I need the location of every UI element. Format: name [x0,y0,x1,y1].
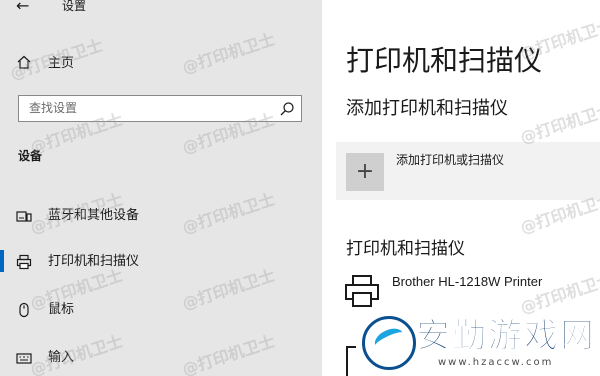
mouse-icon [19,302,29,318]
back-arrow-icon[interactable]: ← [16,0,29,16]
printer-name: Brother HL-1218W Printer [392,274,543,289]
add-printer-label: 添加打印机或扫描仪 [396,153,505,167]
search-placeholder: 查找设置 [29,101,78,115]
search-icon[interactable] [279,101,295,117]
plus-icon: + [355,159,375,184]
window-title: 设置 [62,0,87,13]
sidebar-item-bluetooth[interactable]: 蓝牙和其他设备 [0,198,322,234]
brand-name: 安勤游戏网 [416,316,596,357]
sidebar-item-label: 鼠标 [48,302,75,317]
add-icon-box: + [346,153,384,191]
nav-home[interactable]: 主页 [0,48,322,80]
brand-watermark: 安勤游戏网 www.hzaccw.com [352,300,600,376]
sidebar-item-label: 蓝牙和其他设备 [48,208,140,223]
home-icon [17,55,31,69]
add-heading: 添加打印机和扫描仪 [346,98,508,119]
page-title: 打印机和扫描仪 [346,44,543,77]
active-indicator [0,250,4,272]
sidebar-item-label: 打印机和扫描仪 [48,254,140,269]
keyboard-icon [16,353,32,364]
title-bar: ← 设置 [0,0,322,18]
sidebar: ← 设置 主页 查找设置 设备 蓝牙和其他设备 打印机和扫描仪 鼠标 输入 @打… [0,0,322,376]
section-title-devices: 设备 [18,149,43,163]
watermark: @打印机卫士 [517,99,600,148]
search-input[interactable]: 查找设置 [18,95,302,122]
sidebar-item-label: 输入 [48,350,75,365]
bluetooth-devices-icon [16,211,32,222]
nav-home-label: 主页 [48,56,75,71]
printer-icon [16,254,32,270]
sidebar-item-input[interactable]: 输入 [0,340,322,376]
add-printer-button[interactable]: + 添加打印机或扫描仪 [336,142,600,200]
printers-list-heading: 打印机和扫描仪 [346,239,465,259]
sidebar-item-mouse[interactable]: 鼠标 [0,292,322,328]
sidebar-item-printers[interactable]: 打印机和扫描仪 [0,244,322,280]
brand-url: www.hzaccw.com [438,357,554,368]
